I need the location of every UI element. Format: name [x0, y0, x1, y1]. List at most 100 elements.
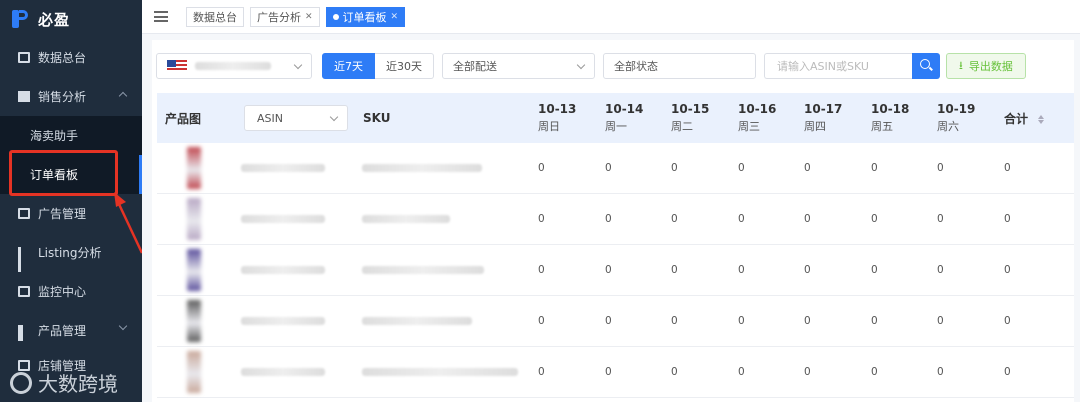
tab-label: 数据总台: [193, 10, 237, 24]
tab-dashboard[interactable]: 数据总台: [186, 6, 244, 27]
brand[interactable]: 必盈: [0, 0, 142, 38]
order-count-cell: 0: [804, 213, 811, 225]
order-count-cell: 0: [605, 264, 612, 276]
monitor-icon: [18, 52, 30, 63]
tab-label: 订单看板: [342, 10, 387, 24]
menu-toggle-icon[interactable]: [154, 11, 168, 22]
column-header-total-label: 合计: [1004, 111, 1029, 126]
order-count-cell: 0: [538, 213, 545, 225]
column-header-weekday-label: 周六: [937, 120, 959, 133]
order-count-cell: 0: [804, 315, 811, 327]
brand-logo-icon: [12, 10, 30, 28]
active-dot-icon: [332, 13, 339, 20]
order-count-cell: 0: [738, 162, 745, 174]
main-area: 数据总台 广告分析 ✕ 订单看板 ✕ 近7天 近30天 全部配送 全部状态 请输…: [142, 0, 1080, 402]
asin-value-blurred: [241, 164, 325, 172]
tab-ad-analysis[interactable]: 广告分析 ✕: [250, 6, 320, 27]
product-thumbnail[interactable]: [187, 300, 201, 342]
asin-select[interactable]: ASIN: [244, 105, 348, 131]
search-input[interactable]: 请输入ASIN或SKU: [764, 53, 912, 79]
order-count-cell: 0: [738, 366, 745, 378]
product-thumbnail[interactable]: [187, 198, 201, 240]
filter-bar: 近7天 近30天 全部配送 全部状态 请输入ASIN或SKU ⭳ 导出数据: [152, 40, 1074, 92]
date-range-toggle: 近7天 近30天: [322, 53, 434, 79]
product-thumbnail[interactable]: [187, 351, 201, 393]
tab-bar: 数据总台 广告分析 ✕ 订单看板 ✕: [142, 0, 1080, 34]
order-count-cell: 0: [671, 264, 678, 276]
annotation-highlight-box: [9, 150, 118, 196]
watermark-text: 大数跨境: [38, 372, 118, 396]
range-7-days-button[interactable]: 近7天: [322, 53, 375, 79]
column-header-total[interactable]: 合计: [1004, 110, 1045, 127]
asin-value-blurred: [241, 317, 325, 325]
sku-value-blurred: [362, 164, 482, 172]
column-header-date-label: 10-15: [671, 102, 710, 116]
column-header-date-label: 10-16: [738, 102, 777, 116]
marketplace-select[interactable]: [156, 53, 312, 79]
marketplace-value-blurred: [195, 62, 271, 70]
table-row[interactable]: 0 0 0 0 0 0 0 0: [157, 347, 1074, 398]
monitor-icon: [18, 286, 30, 297]
column-header-date-label: 10-13: [538, 102, 577, 116]
order-count-cell: 0: [937, 162, 944, 174]
order-count-cell: 0: [804, 162, 811, 174]
column-header-date-label: 10-18: [871, 102, 910, 116]
sidebar-item-sales-analysis[interactable]: 销售分析: [0, 77, 142, 116]
product-thumbnail[interactable]: [187, 147, 201, 189]
sidebar-item-dashboard[interactable]: 数据总台: [0, 38, 142, 77]
column-header-weekday-label: 周五: [871, 120, 893, 133]
status-select[interactable]: 全部状态: [603, 53, 756, 79]
table-header: 产品图 ASIN SKU 10-13 周日 10-14 周一 10-15 周二 10-16 周…: [157, 93, 1074, 143]
chevron-down-icon: [118, 321, 128, 331]
range-30-days-button[interactable]: 近30天: [375, 53, 434, 79]
export-button[interactable]: ⭳ 导出数据: [946, 53, 1026, 79]
close-icon[interactable]: ✕: [305, 12, 313, 22]
asin-select-value: ASIN: [257, 111, 283, 125]
watermark-logo-icon: [10, 371, 32, 394]
order-count-cell: 0: [671, 162, 678, 174]
order-count-cell: 0: [937, 213, 944, 225]
sidebar-item-label: 广告管理: [38, 207, 87, 221]
column-header-sku: SKU: [363, 111, 391, 125]
table-row[interactable]: 0 0 0 0 0 0 0 0: [157, 143, 1074, 194]
column-header-weekday-label: 周二: [671, 120, 693, 133]
table-row[interactable]: 0 0 0 0 0 0 0 0: [157, 194, 1074, 245]
us-flag-icon: [167, 60, 187, 72]
order-count-cell: 0: [871, 162, 878, 174]
column-header-weekday-label: 周四: [804, 120, 826, 133]
column-header-date: 10-13 周日: [538, 101, 576, 135]
close-icon[interactable]: ✕: [391, 12, 399, 22]
table-row[interactable]: 0 0 0 0 0 0 0 0: [157, 245, 1074, 296]
order-count-cell: 0: [871, 315, 878, 327]
sort-icon[interactable]: [1038, 114, 1045, 125]
order-count-cell: 0: [605, 315, 612, 327]
total-cell: 0: [1004, 162, 1011, 174]
order-count-cell: 0: [671, 366, 678, 378]
order-count-cell: 0: [937, 264, 944, 276]
column-header-weekday-label: 周三: [738, 120, 760, 133]
sidebar-item-label: 海卖助手: [30, 129, 79, 143]
order-count-cell: 0: [871, 213, 878, 225]
column-header-image: 产品图: [165, 111, 202, 126]
tab-label: 广告分析: [257, 10, 301, 24]
product-thumbnail[interactable]: [187, 249, 201, 291]
tab-order-board[interactable]: 订单看板 ✕: [325, 6, 406, 27]
order-count-cell: 0: [738, 315, 745, 327]
delivery-select[interactable]: 全部配送: [442, 53, 595, 79]
sidebar-item-product-management[interactable]: 产品管理: [0, 311, 142, 350]
order-count-cell: 0: [605, 162, 612, 174]
sidebar-item-monitoring[interactable]: 监控中心: [0, 272, 142, 311]
sidebar: 必盈 数据总台 销售分析 海卖助手 订单看板 广告管理 Listing分析 监控…: [0, 0, 144, 402]
sidebar-item-label: 销售分析: [38, 90, 87, 104]
total-cell: 0: [1004, 264, 1011, 276]
app-root: 必盈 数据总台 销售分析 海卖助手 订单看板 广告管理 Listing分析 监控…: [0, 0, 1080, 402]
chevron-down-icon: [329, 112, 339, 122]
order-board-panel: 近7天 近30天 全部配送 全部状态 请输入ASIN或SKU ⭳ 导出数据 产品…: [152, 40, 1074, 402]
column-header-date: 10-18 周五: [871, 101, 909, 135]
watermark: 大数跨境: [10, 368, 118, 397]
table-row[interactable]: 0 0 0 0 0 0 0 0: [157, 296, 1074, 347]
order-count-cell: 0: [671, 213, 678, 225]
status-select-value: 全部状态: [614, 60, 658, 73]
search-button[interactable]: [912, 53, 940, 79]
asin-value-blurred: [241, 368, 325, 376]
